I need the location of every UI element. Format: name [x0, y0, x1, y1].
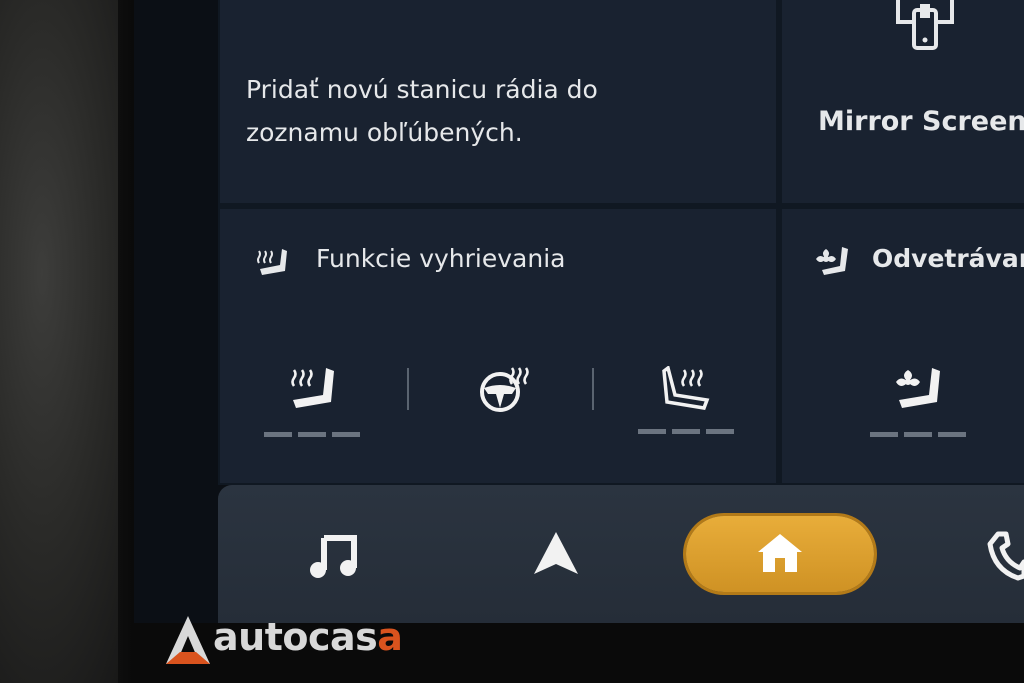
mirror-screen-label: Mirror Screen — [818, 106, 1024, 137]
mirror-screen-icon — [896, 0, 954, 50]
seat-heat-left-icon[interactable] — [290, 366, 338, 412]
seat-heat-right-icon[interactable] — [662, 366, 710, 412]
seat-vent-icon — [816, 247, 848, 275]
navigation-arrow-icon[interactable] — [532, 532, 580, 576]
heating-functions-title: Funkcie vyhrievania — [316, 244, 566, 273]
radio-favorite-line2: zoznamu obľúbených. — [246, 118, 523, 147]
steering-wheel-heat-icon[interactable] — [478, 364, 536, 414]
divider — [592, 368, 594, 410]
divider — [407, 368, 409, 410]
seat-heat-left-level — [264, 432, 360, 437]
seat-vent-left-level — [870, 432, 966, 437]
watermark-main: autocas — [213, 615, 378, 659]
ventilation-title: Odvetrávanie — [872, 244, 1024, 273]
phone-icon[interactable] — [984, 530, 1024, 582]
music-note-icon[interactable] — [308, 534, 358, 580]
radio-favorite-line1: Pridať novú stanicu rádia do — [246, 75, 598, 104]
watermark-suffix: a — [377, 615, 403, 659]
seat-heat-icon — [257, 249, 287, 275]
watermark-text: autocasa — [213, 615, 403, 659]
home-icon — [758, 534, 802, 572]
radio-favorite-text: Pridať novú stanicu rádia do zoznamu obľ… — [246, 68, 666, 154]
autocasa-logo-icon — [166, 616, 210, 664]
seat-vent-left-icon[interactable] — [894, 366, 944, 412]
seat-heat-right-level — [638, 429, 734, 434]
